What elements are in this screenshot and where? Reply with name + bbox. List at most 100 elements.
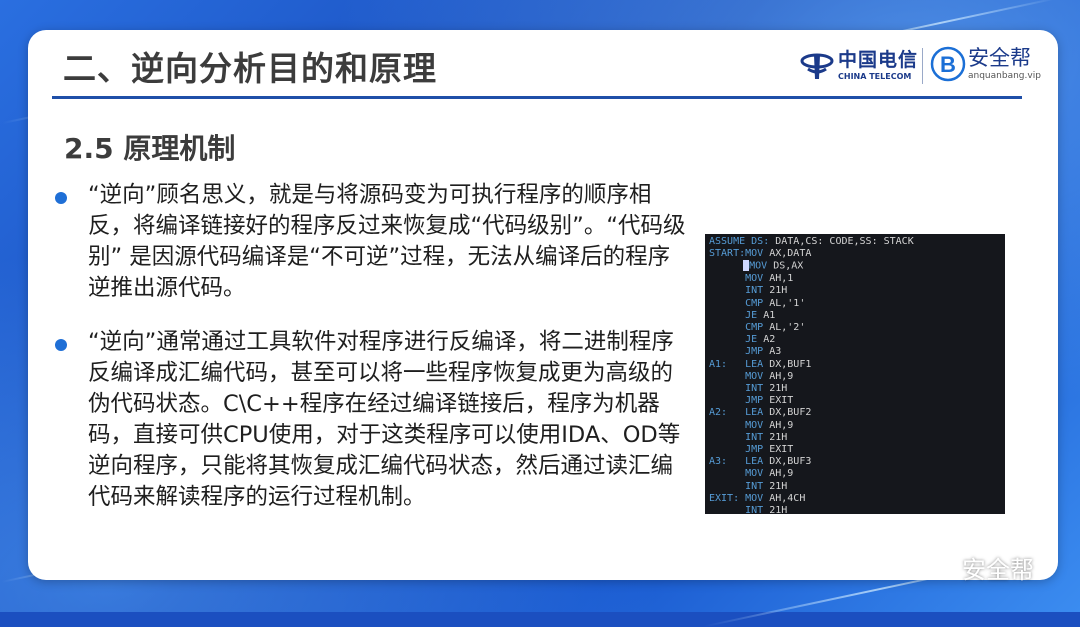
code-label xyxy=(709,420,745,431)
code-line: JMP EXIT xyxy=(709,444,1005,456)
code-opcode: CMP xyxy=(745,321,770,333)
code-opcode: LEA xyxy=(745,358,770,370)
logo-divider xyxy=(922,48,923,84)
code-label xyxy=(709,468,745,479)
bullet-dot xyxy=(55,192,67,204)
code-operands: AL,'2' xyxy=(769,321,806,333)
code-opcode: LEA xyxy=(745,456,770,468)
code-line: CMP AL,'1' xyxy=(709,298,1005,310)
bullet-paragraph-1: “逆向”顾名思义，就是与将源码变为可执行程序的顺序相反，将编译链接好的程序反过来… xyxy=(88,182,686,301)
wechat-watermark: 安全帮 xyxy=(916,550,1034,585)
code-opcode: MOV xyxy=(745,273,770,285)
code-operands: AX,DATA xyxy=(769,248,812,260)
code-operands: AH,9 xyxy=(769,419,794,431)
code-line: JMP EXIT xyxy=(709,395,1005,407)
code-line: CMP AL,'2' xyxy=(709,322,1005,334)
code-line: JMP A3 xyxy=(709,346,1005,358)
code-label xyxy=(709,310,745,321)
code-operands: EXIT xyxy=(769,443,794,455)
code-operands: DX,BUF2 xyxy=(769,407,812,419)
code-operands: 21H xyxy=(769,480,788,492)
code-opcode: JMP xyxy=(745,346,770,358)
code-label xyxy=(709,505,745,514)
code-operands: DX,BUF3 xyxy=(769,456,812,468)
assembly-code-screenshot: ASSUME DS: DATA,CS: CODE,SS: STACK START:… xyxy=(705,234,1005,514)
code-operands: EXIT xyxy=(769,395,794,407)
code-opcode: INT xyxy=(745,431,770,443)
section-title: 2.5 原理机制 xyxy=(64,132,236,165)
code-label xyxy=(709,298,745,309)
telecom-cn-name: 中国电信 xyxy=(838,49,919,71)
slide-title: 二、逆向分析目的和原理 xyxy=(63,49,437,88)
code-line: JE A2 xyxy=(709,334,1005,346)
code-label xyxy=(709,481,745,492)
code-operands: DX,BUF1 xyxy=(769,358,812,370)
china-telecom-logo: 中国电信 CHINA TELECOM xyxy=(800,46,918,86)
code-opcode: MOV xyxy=(745,419,770,431)
code-line: MOV AH,9 xyxy=(709,468,1005,480)
code-operands: DATA,CS: CODE,SS: STACK xyxy=(775,236,914,247)
code-operands: A1 xyxy=(763,309,776,321)
code-line: A1: LEA DX,BUF1 xyxy=(709,359,1005,371)
code-opcode: INT xyxy=(745,382,770,394)
code-opcode: JE xyxy=(745,309,764,321)
code-opcode: JMP xyxy=(745,443,770,455)
code-opcode: MOV xyxy=(749,260,774,272)
code-line: MOV AH,9 xyxy=(709,371,1005,383)
bullet-dot xyxy=(55,339,67,351)
code-operands: 21H xyxy=(769,504,788,514)
code-opcode: MOV xyxy=(745,370,770,382)
code-line: MOV AH,9 xyxy=(709,420,1005,432)
code-label: ASSUME xyxy=(709,236,752,247)
code-label xyxy=(709,346,745,357)
code-label: A1: xyxy=(709,358,746,370)
telecom-en-name: CHINA TELECOM xyxy=(838,72,912,81)
code-line: ASSUME DS: DATA,CS: CODE,SS: STACK xyxy=(709,236,1005,248)
code-operands: AH,9 xyxy=(769,468,794,480)
code-label xyxy=(709,444,745,455)
code-line: A3: LEA DX,BUF3 xyxy=(709,456,1005,468)
svg-text:B: B xyxy=(940,52,956,77)
code-opcode: CMP xyxy=(745,297,770,309)
code-operands: 21H xyxy=(769,285,788,297)
code-operands: A3 xyxy=(769,346,782,358)
code-opcode: MOV xyxy=(745,492,770,504)
china-telecom-icon xyxy=(800,53,834,79)
anquanbang-icon: B xyxy=(930,46,966,82)
code-opcode: LEA xyxy=(745,407,770,419)
wechat-icon xyxy=(918,555,954,580)
code-label: EXIT: xyxy=(709,492,746,504)
code-operands: AH,4CH xyxy=(769,492,806,504)
code-line: INT 21H xyxy=(709,432,1005,444)
code-opcode: INT xyxy=(745,504,770,514)
code-opcode: JMP xyxy=(745,395,770,407)
code-line: EXIT: MOV AH,4CH xyxy=(709,493,1005,505)
code-operands: AL,'1' xyxy=(769,297,806,309)
code-label: A3: xyxy=(709,456,746,468)
code-line: INT 21H xyxy=(709,481,1005,493)
code-line: INT 21H xyxy=(709,285,1005,297)
watermark-text: 安全帮 xyxy=(962,556,1034,584)
code-label xyxy=(709,273,745,284)
code-line: INT 21H xyxy=(709,505,1005,514)
code-line: MOV AH,1 xyxy=(709,273,1005,285)
code-line: START:MOV AX,DATA xyxy=(709,248,1005,260)
brand-url: anquanbang.vip xyxy=(968,70,1041,81)
code-operands: DS,AX xyxy=(773,260,804,272)
code-opcode: MOV xyxy=(745,468,770,480)
bullet-paragraph-2: “逆向”通常通过工具软件对程序进行反编译，将二进制程序反编译成汇编代码，甚至可以… xyxy=(88,329,681,510)
code-operands: A2 xyxy=(763,334,776,346)
code-label xyxy=(709,395,745,406)
anquanbang-logo: B 安全帮 anquanbang.vip xyxy=(930,46,1041,82)
code-operands: 21H xyxy=(769,431,788,443)
code-opcode: MOV xyxy=(745,248,770,260)
code-line: A2: LEA DX,BUF2 xyxy=(709,407,1005,419)
code-opcode: JE xyxy=(745,334,764,346)
brand-cn-name: 安全帮 xyxy=(968,45,1031,70)
code-label xyxy=(709,285,745,296)
code-opcode: INT xyxy=(745,480,770,492)
code-label xyxy=(709,432,745,443)
code-label: A2: xyxy=(709,407,746,419)
code-opcode: DS: xyxy=(751,236,776,247)
code-label xyxy=(709,334,745,345)
